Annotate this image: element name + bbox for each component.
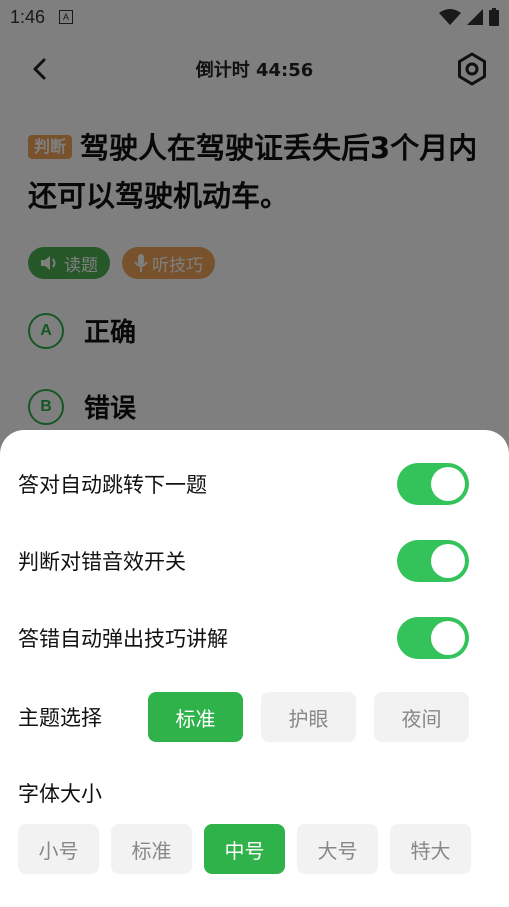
auto-next-label: 答对自动跳转下一题 bbox=[18, 473, 207, 497]
font-xlarge-chip[interactable]: 特大 bbox=[390, 824, 471, 874]
font-small-chip[interactable]: 小号 bbox=[18, 824, 99, 874]
theme-label: 主题选择 bbox=[18, 706, 102, 730]
theme-night-chip[interactable]: 夜间 bbox=[374, 692, 469, 742]
toggle-knob bbox=[431, 467, 465, 501]
font-standard-chip[interactable]: 标准 bbox=[111, 824, 192, 874]
toggle-knob bbox=[431, 621, 465, 655]
setting-sound-effect: 判断对错音效开关 bbox=[18, 540, 469, 582]
toggle-knob bbox=[431, 544, 465, 578]
font-large-chip[interactable]: 大号 bbox=[297, 824, 378, 874]
font-medium-chip[interactable]: 中号 bbox=[204, 824, 285, 874]
sound-effect-label: 判断对错音效开关 bbox=[18, 550, 186, 574]
sound-effect-toggle[interactable] bbox=[397, 540, 469, 582]
auto-tips-label: 答错自动弹出技巧讲解 bbox=[18, 627, 228, 651]
font-size-options: 小号 标准 中号 大号 特大 bbox=[18, 824, 471, 874]
theme-eye-care-chip[interactable]: 护眼 bbox=[261, 692, 356, 742]
theme-standard-chip[interactable]: 标准 bbox=[148, 692, 243, 742]
font-size-label: 字体大小 bbox=[18, 782, 102, 806]
auto-next-toggle[interactable] bbox=[397, 463, 469, 505]
theme-options: 标准 护眼 夜间 bbox=[148, 692, 469, 742]
auto-tips-toggle[interactable] bbox=[397, 617, 469, 659]
setting-auto-next: 答对自动跳转下一题 bbox=[18, 463, 469, 505]
theme-setting: 主题选择 标准 护眼 夜间 bbox=[18, 692, 478, 742]
setting-auto-tips: 答错自动弹出技巧讲解 bbox=[18, 617, 469, 659]
